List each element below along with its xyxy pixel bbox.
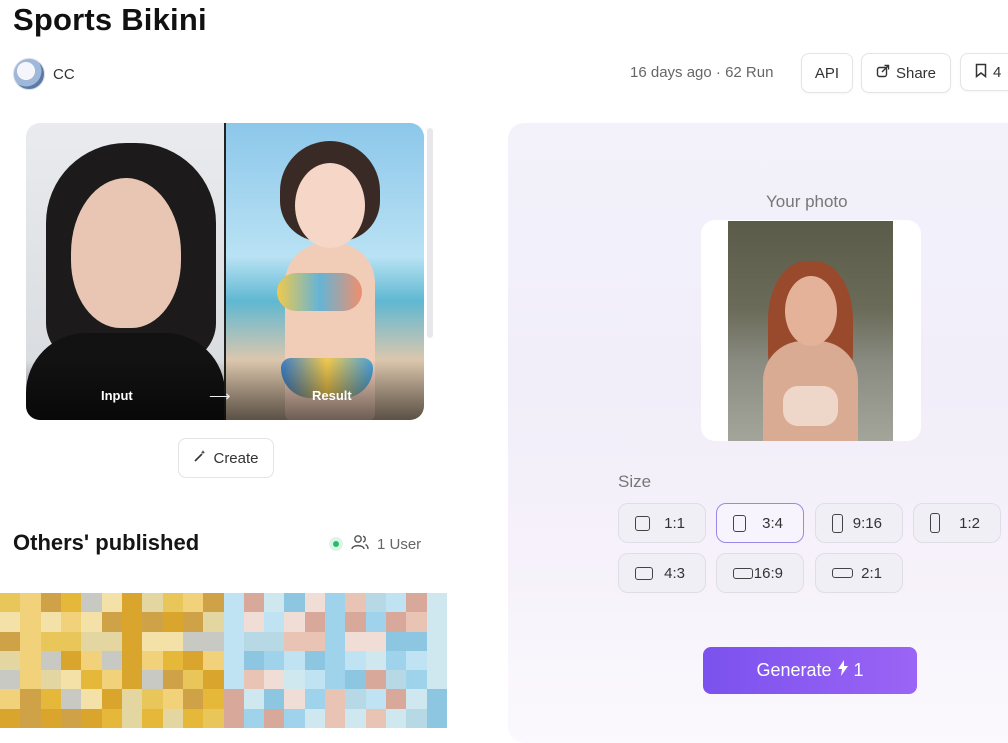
users-icon xyxy=(351,534,369,554)
size-option-label: 16:9 xyxy=(753,564,783,582)
size-option-label: 1:1 xyxy=(664,514,685,532)
run-meta: 16 days ago · 62 Run xyxy=(630,64,773,81)
aspect-landscape-icon xyxy=(635,566,653,580)
others-published-heading: Others' published xyxy=(13,530,200,555)
magic-wand-icon xyxy=(193,449,207,467)
share-label: Share xyxy=(895,64,937,82)
size-option-label: 4:3 xyxy=(664,564,685,582)
aspect-tall-icon xyxy=(832,513,843,533)
example-showcase[interactable]: Input ⟶ Result xyxy=(26,123,424,420)
bookmark-count: 4 xyxy=(993,63,1002,81)
create-label: Create xyxy=(213,449,259,467)
aspect-portrait-icon xyxy=(733,514,746,532)
user-count-label: 1 User xyxy=(377,535,422,553)
uploaded-photo[interactable] xyxy=(728,221,893,441)
size-label: Size xyxy=(618,472,652,491)
avatar[interactable] xyxy=(13,58,45,90)
api-button[interactable]: API xyxy=(801,53,853,93)
size-option-1-1[interactable]: 1:1 xyxy=(618,503,706,543)
published-age: 16 days ago xyxy=(630,64,712,81)
share-icon xyxy=(876,64,890,82)
size-option-1-2[interactable]: 1:2 xyxy=(913,503,1001,543)
page-title: Sports Bikini xyxy=(13,2,207,37)
size-option-label: 3:4 xyxy=(762,514,783,532)
run-count: 62 Run xyxy=(725,64,774,81)
meta-separator: · xyxy=(715,64,721,81)
aspect-tall-icon xyxy=(930,513,940,533)
input-label: Input xyxy=(101,388,133,403)
published-thumbnail-blurred[interactable] xyxy=(0,593,447,728)
bookmark-icon xyxy=(975,63,987,82)
carousel-next-preview[interactable] xyxy=(427,128,433,338)
aspect-wide-icon xyxy=(832,568,853,578)
lightning-icon xyxy=(837,660,848,681)
aspect-square-icon xyxy=(635,515,650,531)
size-option-label: 9:16 xyxy=(852,514,882,532)
generate-cost: 1 xyxy=(853,660,864,680)
size-option-label: 1:2 xyxy=(959,514,980,532)
online-status-icon xyxy=(329,537,343,551)
bookmark-button[interactable]: 4 xyxy=(960,53,1008,91)
author[interactable]: CC xyxy=(13,58,75,90)
size-option-9-16[interactable]: 9:16 xyxy=(815,503,903,543)
create-button[interactable]: Create xyxy=(178,438,274,478)
api-label: API xyxy=(814,64,840,82)
arrow-right-icon: ⟶ xyxy=(209,388,231,405)
author-name[interactable]: CC xyxy=(53,66,75,83)
result-label: Result xyxy=(312,388,352,403)
size-option-16-9[interactable]: 16:9 xyxy=(716,553,804,593)
your-photo-label: Your photo xyxy=(766,192,848,211)
generate-label: Generate xyxy=(756,660,832,680)
size-option-3-4[interactable]: 3:4 xyxy=(716,503,804,543)
size-option-2-1[interactable]: 2:1 xyxy=(815,553,903,593)
share-button[interactable]: Share xyxy=(861,53,951,93)
aspect-wide-icon xyxy=(733,567,753,579)
size-option-4-3[interactable]: 4:3 xyxy=(618,553,706,593)
generate-button[interactable]: Generate 1 xyxy=(703,647,917,694)
user-count: 1 User xyxy=(329,534,421,554)
size-option-label: 2:1 xyxy=(861,564,882,582)
